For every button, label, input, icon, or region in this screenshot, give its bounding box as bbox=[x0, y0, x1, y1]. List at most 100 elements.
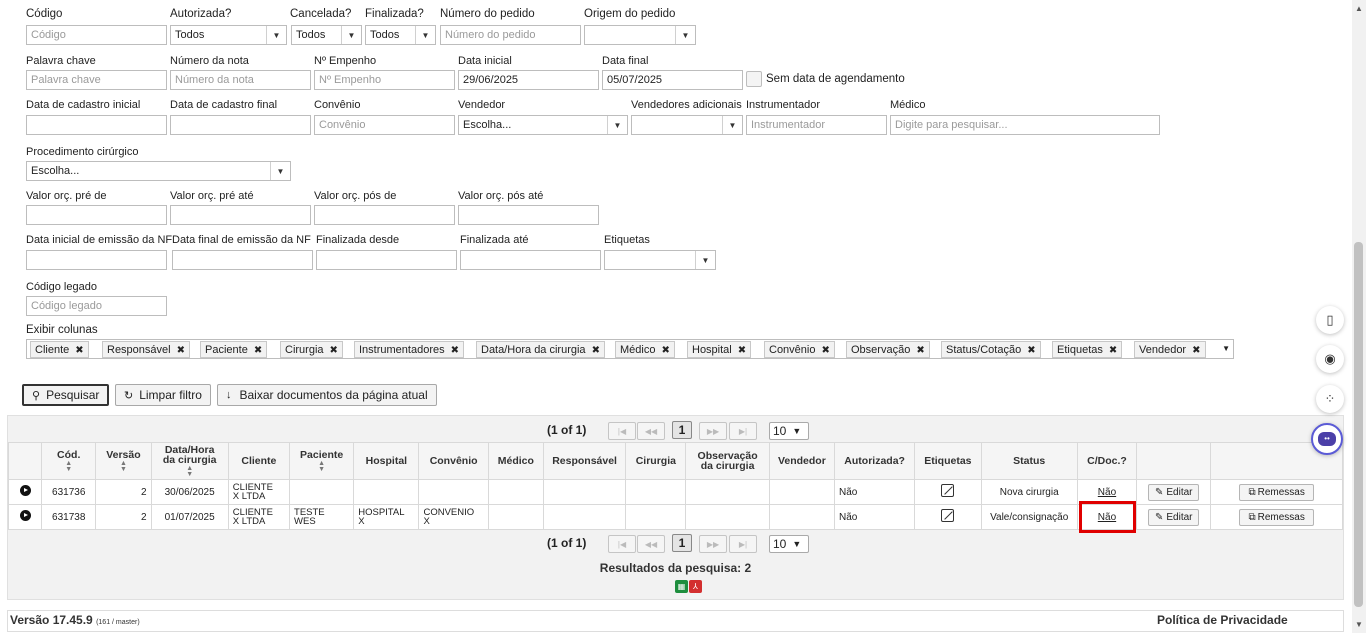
page-1-button[interactable]: 1 bbox=[672, 421, 692, 439]
finalizada-desde-input[interactable] bbox=[316, 250, 457, 270]
etiquetas-cell[interactable] bbox=[914, 504, 982, 530]
exibir-colunas-multiselect[interactable]: Cliente ✖ Responsável ✖ Paciente ✖ Cirurgia… bbox=[26, 339, 1234, 359]
origem-pedido-select[interactable]: ▼ bbox=[584, 25, 696, 45]
etiquetas-select[interactable]: ▼ bbox=[604, 250, 716, 270]
col-data-hora[interactable]: Data/Hora da cirurgia ▲ ▼ bbox=[150, 442, 229, 480]
book-icon[interactable]: ▯ bbox=[1316, 306, 1344, 334]
assistant-bot-icon[interactable]: •• bbox=[1311, 423, 1343, 455]
next-page-button[interactable]: ▶▶ bbox=[699, 535, 727, 553]
baixar-documentos-button[interactable]: ↓ Baixar documentos da página atual bbox=[217, 384, 437, 406]
pdf-export-icon[interactable]: ⅄ bbox=[689, 580, 702, 593]
sort-icon: ▲ ▼ bbox=[186, 464, 194, 478]
convenio-input[interactable]: Convênio bbox=[314, 115, 455, 135]
close-icon[interactable]: ✖ bbox=[661, 345, 669, 356]
finalizada-select[interactable]: Todos ▼ bbox=[365, 25, 436, 45]
etiquetas-cell[interactable] bbox=[914, 479, 982, 505]
convenio-cell bbox=[418, 479, 489, 505]
first-page-button[interactable]: |◀ bbox=[608, 422, 636, 440]
col-versao[interactable]: Versão ▲ ▼ bbox=[95, 442, 152, 480]
nf-inicial-input[interactable] bbox=[26, 250, 167, 270]
cadastro-inicial-input[interactable] bbox=[26, 115, 167, 135]
numero-pedido-input[interactable]: Número do pedido bbox=[440, 25, 581, 45]
close-icon[interactable]: ✖ bbox=[821, 345, 829, 356]
orc-pos-ate-input[interactable] bbox=[458, 205, 599, 225]
cadastro-final-input[interactable] bbox=[170, 115, 311, 135]
row-expand-cell[interactable] bbox=[7, 504, 43, 530]
medico-input[interactable]: Digite para pesquisar... bbox=[890, 115, 1160, 135]
convenio-line-1: CONVENIO bbox=[423, 507, 475, 518]
close-icon[interactable]: ✖ bbox=[1027, 345, 1035, 356]
prev-page-button[interactable]: ◀◀ bbox=[637, 422, 665, 440]
close-icon[interactable]: ✖ bbox=[330, 345, 338, 356]
codigo-legado-input[interactable]: Código legado bbox=[26, 296, 167, 316]
cliente-line-2: X LTDA bbox=[232, 491, 266, 502]
first-page-button[interactable]: |◀ bbox=[608, 535, 636, 553]
sem-data-label: Sem data de agendamento bbox=[766, 73, 905, 85]
expand-row-icon[interactable] bbox=[19, 510, 31, 521]
scroll-down-icon[interactable]: ▼ bbox=[1355, 620, 1363, 629]
limpar-filtro-button[interactable]: ↻ Limpar filtro bbox=[115, 384, 211, 406]
cdoc-link[interactable]: Não bbox=[1098, 487, 1116, 498]
vendedor-cell bbox=[768, 479, 835, 505]
empenho-input[interactable]: Nº Empenho bbox=[314, 70, 455, 90]
editar-button[interactable]: ✎ Editar bbox=[1147, 508, 1200, 526]
prev-page-button[interactable]: ◀◀ bbox=[637, 535, 665, 553]
remessas-button[interactable]: ⧉ Remessas bbox=[1239, 508, 1314, 526]
close-icon[interactable]: ✖ bbox=[916, 345, 924, 356]
col-cirurgia-label: Cirurgia bbox=[635, 455, 676, 467]
editar-button[interactable]: ✎ Editar bbox=[1147, 483, 1200, 501]
codigo-input[interactable]: Código bbox=[26, 25, 167, 45]
close-icon[interactable]: ✖ bbox=[1109, 345, 1117, 356]
close-icon[interactable]: ✖ bbox=[738, 345, 746, 356]
orc-pos-de-input[interactable] bbox=[314, 205, 455, 225]
close-icon[interactable]: ✖ bbox=[177, 345, 185, 356]
cancelada-select[interactable]: Todos ▼ bbox=[291, 25, 362, 45]
col-editar bbox=[1136, 442, 1212, 480]
per-page-select[interactable]: 10 ▼ bbox=[769, 422, 809, 440]
close-icon[interactable]: ✖ bbox=[254, 345, 262, 356]
palavra-chave-label: Palavra chave bbox=[26, 55, 96, 67]
nf-final-input[interactable] bbox=[172, 250, 313, 270]
col-cod[interactable]: Cód. ▲ ▼ bbox=[41, 442, 97, 480]
tag-edit-icon[interactable] bbox=[941, 484, 955, 497]
per-page-select[interactable]: 10 ▼ bbox=[769, 535, 809, 553]
orc-pre-de-input[interactable] bbox=[26, 205, 167, 225]
apps-icon[interactable]: ⁘ bbox=[1316, 385, 1344, 413]
instrumentador-input[interactable]: Instrumentador bbox=[746, 115, 887, 135]
excel-export-icon[interactable]: ▦ bbox=[675, 580, 688, 593]
data-final-input[interactable]: 05/07/2025 bbox=[602, 70, 743, 90]
tag-edit-icon[interactable] bbox=[941, 509, 955, 522]
broadcast-icon[interactable]: ◉ bbox=[1316, 345, 1344, 373]
last-page-button[interactable]: ▶| bbox=[729, 422, 757, 440]
remessas-button[interactable]: ⧉ Remessas bbox=[1239, 483, 1314, 501]
orc-pre-ate-input[interactable] bbox=[170, 205, 311, 225]
privacy-link[interactable]: Política de Privacidade bbox=[1157, 613, 1288, 627]
next-page-button[interactable]: ▶▶ bbox=[699, 422, 727, 440]
col-status-label: Status bbox=[1013, 455, 1046, 467]
last-page-button[interactable]: ▶| bbox=[729, 535, 757, 553]
tag-label: Paciente bbox=[205, 344, 248, 356]
row-expand-cell[interactable] bbox=[7, 479, 43, 505]
data-inicial-input[interactable]: 29/06/2025 bbox=[458, 70, 599, 90]
codigo-label: Código bbox=[26, 8, 63, 20]
sem-data-checkbox[interactable] bbox=[746, 71, 762, 87]
scrollbar-thumb[interactable] bbox=[1354, 242, 1363, 607]
pesquisar-button[interactable]: ⚲ Pesquisar bbox=[22, 384, 110, 406]
expand-row-icon[interactable] bbox=[19, 485, 31, 496]
close-icon[interactable]: ✖ bbox=[451, 345, 459, 356]
editar-label: Editar bbox=[1166, 486, 1193, 498]
finalizada-ate-input[interactable] bbox=[460, 250, 601, 270]
palavra-chave-input[interactable]: Palavra chave bbox=[26, 70, 167, 90]
close-icon[interactable]: ✖ bbox=[75, 345, 83, 356]
close-icon[interactable]: ✖ bbox=[1192, 345, 1200, 356]
procedimento-select[interactable]: Escolha... ▼ bbox=[26, 161, 291, 181]
numero-nota-input[interactable]: Número da nota bbox=[170, 70, 311, 90]
chevron-down-icon[interactable]: ▼ bbox=[1222, 344, 1230, 353]
scroll-up-icon[interactable]: ▲ bbox=[1355, 4, 1363, 13]
col-paciente[interactable]: Paciente ▲ ▼ bbox=[289, 442, 355, 480]
autorizada-select[interactable]: Todos ▼ bbox=[170, 25, 287, 45]
page-1-button[interactable]: 1 bbox=[672, 534, 692, 552]
close-icon[interactable]: ✖ bbox=[592, 345, 600, 356]
vendedor-select[interactable]: Escolha... ▼ bbox=[458, 115, 628, 135]
vendedores-adicionais-select[interactable]: ▼ bbox=[631, 115, 743, 135]
